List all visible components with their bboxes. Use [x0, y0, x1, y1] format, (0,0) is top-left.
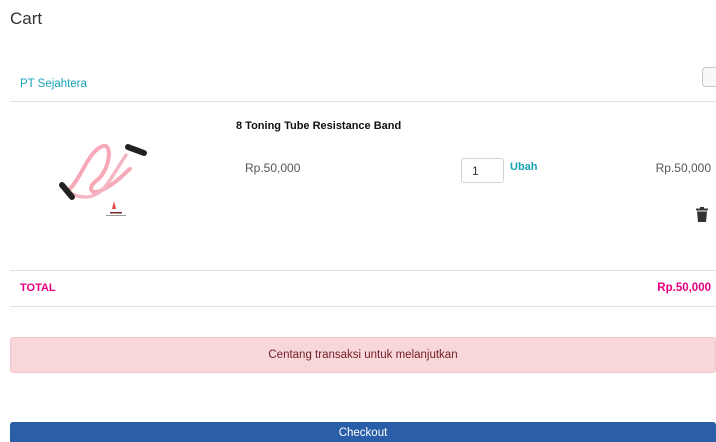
page-title: Cart — [10, 9, 43, 28]
alert-message: Centang transaksi untuk melanjutkan — [10, 337, 716, 373]
unit-price: Rp.50,000 — [245, 161, 301, 175]
product-name[interactable]: 8 Toning Tube Resistance Band — [236, 120, 401, 132]
checkout-button[interactable]: Checkout — [10, 422, 716, 442]
update-quantity-link[interactable]: Ubah — [510, 161, 538, 173]
resistance-band-image — [59, 143, 147, 216]
store-header: PT Sejahtera — [10, 67, 716, 102]
store-name: PT Sejahtera — [20, 78, 87, 90]
total-label: TOTAL — [20, 282, 56, 294]
total-row: TOTAL Rp.50,000 — [10, 272, 716, 307]
product-image — [58, 131, 158, 221]
total-value: Rp.50,000 — [657, 282, 711, 294]
trash-icon[interactable] — [696, 207, 708, 222]
quantity-input[interactable] — [461, 158, 504, 183]
line-total: Rp.50,000 — [655, 161, 711, 175]
store-select-checkbox[interactable] — [702, 67, 716, 87]
cart-page: Cart PT Sejahtera 8 Toning Tube Resistan… — [0, 0, 716, 442]
cart-item-row: 8 Toning Tube Resistance Band Rp.50,000 … — [10, 103, 716, 271]
